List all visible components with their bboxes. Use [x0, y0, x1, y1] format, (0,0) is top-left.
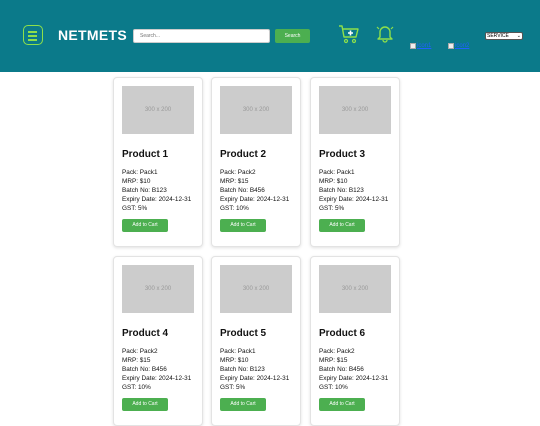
product-pack: Pack: Pack1: [319, 169, 355, 176]
broken-image-icon: [448, 42, 454, 49]
product-expiry: Expiry Date: 2024-12-31: [319, 196, 389, 203]
product-mrp: MRP: $10: [122, 178, 151, 185]
product-gst: GST: 5%: [319, 205, 345, 212]
broken-image-icon: [410, 42, 416, 49]
hamburger-menu-icon[interactable]: [23, 25, 43, 45]
product-card: 300 x 200 Product 5 Pack: Pack1 MRP: $10…: [211, 256, 301, 426]
product-gst: GST: 10%: [220, 205, 249, 212]
product-name: Product 4: [122, 328, 169, 339]
product-expiry: Expiry Date: 2024-12-31: [220, 196, 290, 203]
product-name: Product 1: [122, 149, 169, 160]
product-expiry: Expiry Date: 2024-12-31: [220, 375, 290, 382]
product-gst: GST: 10%: [122, 384, 151, 391]
product-pack: Pack: Pack2: [122, 348, 158, 355]
product-details: Pack: Pack2 MRP: $15 Batch No: B456 Expi…: [122, 347, 194, 392]
product-gst: GST: 10%: [319, 384, 348, 391]
product-card: 300 x 200 Product 2 Pack: Pack2 MRP: $15…: [211, 77, 301, 247]
product-gst: GST: 5%: [220, 384, 246, 391]
product-image: 300 x 200: [122, 86, 194, 134]
product-image: 300 x 200: [122, 265, 194, 313]
product-gst: GST: 5%: [122, 205, 148, 212]
product-batch: Batch No: B123: [220, 366, 265, 373]
product-details: Pack: Pack2 MRP: $15 Batch No: B456 Expi…: [319, 347, 391, 392]
product-details: Pack: Pack2 MRP: $15 Batch No: B456 Expi…: [220, 168, 292, 213]
add-to-cart-button[interactable]: Add to Cart: [319, 218, 365, 232]
product-image: 300 x 200: [319, 265, 391, 313]
add-to-cart-button[interactable]: Add to Cart: [122, 218, 168, 232]
product-expiry: Expiry Date: 2024-12-31: [122, 196, 192, 203]
service-select[interactable]: SERVICE ⌄: [485, 32, 523, 40]
notification-bell-icon[interactable]: [376, 23, 394, 43]
product-pack: Pack: Pack1: [220, 348, 256, 355]
icon2-alt-text: icon2: [455, 42, 470, 49]
product-name: Product 5: [220, 328, 267, 339]
product-image: 300 x 200: [220, 86, 292, 134]
product-card: 300 x 200 Product 6 Pack: Pack2 MRP: $15…: [310, 256, 400, 426]
product-batch: Batch No: B456: [319, 366, 364, 373]
add-to-cart-button[interactable]: Add to Cart: [220, 218, 266, 232]
product-name: Product 2: [220, 149, 267, 160]
product-batch: Batch No: B123: [122, 187, 167, 194]
product-mrp: MRP: $10: [220, 357, 249, 364]
product-name: Product 3: [319, 149, 366, 160]
add-to-cart-button[interactable]: Add to Cart: [319, 397, 365, 411]
icon2-image-link[interactable]: icon2: [448, 41, 469, 50]
product-details: Pack: Pack1 MRP: $10 Batch No: B123 Expi…: [220, 347, 292, 392]
brand-logo-text[interactable]: NETMETS: [58, 27, 127, 43]
icon1-alt-text: icon1: [417, 42, 432, 49]
search-input[interactable]: [133, 29, 270, 43]
product-batch: Batch No: B456: [220, 187, 265, 194]
cart-plus-icon[interactable]: [338, 24, 360, 44]
product-details: Pack: Pack1 MRP: $10 Batch No: B123 Expi…: [122, 168, 194, 213]
product-mrp: MRP: $10: [319, 178, 348, 185]
top-header: NETMETS Search icon1 icon2 SERVICE ⌄: [0, 0, 540, 72]
product-card: 300 x 200 Product 4 Pack: Pack2 MRP: $15…: [113, 256, 203, 426]
product-name: Product 6: [319, 328, 366, 339]
product-mrp: MRP: $15: [220, 178, 249, 185]
product-expiry: Expiry Date: 2024-12-31: [319, 375, 389, 382]
product-image: 300 x 200: [319, 86, 391, 134]
product-mrp: MRP: $15: [319, 357, 348, 364]
add-to-cart-button[interactable]: Add to Cart: [220, 397, 266, 411]
service-select-value: SERVICE: [487, 33, 509, 39]
chevron-down-icon: ⌄: [516, 33, 521, 39]
product-batch: Batch No: B456: [122, 366, 167, 373]
product-details: Pack: Pack1 MRP: $10 Batch No: B123 Expi…: [319, 168, 391, 213]
product-card: 300 x 200 Product 1 Pack: Pack1 MRP: $10…: [113, 77, 203, 247]
icon1-image-link[interactable]: icon1: [410, 41, 431, 50]
search-button[interactable]: Search: [275, 29, 310, 43]
product-expiry: Expiry Date: 2024-12-31: [122, 375, 192, 382]
product-batch: Batch No: B123: [319, 187, 364, 194]
add-to-cart-button[interactable]: Add to Cart: [122, 397, 168, 411]
product-pack: Pack: Pack2: [319, 348, 355, 355]
product-pack: Pack: Pack2: [220, 169, 256, 176]
product-image: 300 x 200: [220, 265, 292, 313]
product-pack: Pack: Pack1: [122, 169, 158, 176]
product-card: 300 x 200 Product 3 Pack: Pack1 MRP: $10…: [310, 77, 400, 247]
product-mrp: MRP: $15: [122, 357, 151, 364]
